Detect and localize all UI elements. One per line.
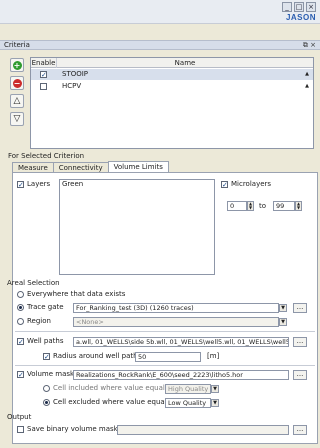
save-mask-label: Save binary volume mask	[27, 425, 118, 433]
section-title: For Selected Criterion	[8, 152, 85, 160]
maximize-button[interactable]: □	[294, 2, 304, 12]
criterion-name: HCPV	[62, 82, 82, 90]
cell-excluded-select[interactable]: Low Quality	[165, 398, 211, 408]
float-icon[interactable]: ⧉	[303, 41, 308, 49]
micro-to-input[interactable]: 99	[273, 201, 295, 211]
cell-included-label: Cell included where value equals	[53, 384, 169, 392]
close-panel-icon[interactable]: ×	[310, 41, 316, 49]
add-icon: +	[12, 60, 22, 70]
move-up-icon: △	[13, 96, 21, 106]
trace-gate-label: Trace gate	[27, 303, 64, 311]
criteria-panel-title: Criteria	[4, 41, 30, 49]
table-header: Enable Name	[31, 58, 313, 68]
panel-header-icons: ⧉ ×	[303, 41, 316, 50]
well-paths-label: Well paths	[27, 337, 64, 345]
radius-unit: [m]	[207, 352, 220, 360]
tab-measure[interactable]: Measure	[12, 162, 54, 172]
cell-excluded-label: Cell excluded where value equals	[53, 398, 171, 406]
list-item[interactable]: Green	[60, 180, 214, 189]
brand-logo: JASON	[285, 13, 316, 22]
window-controls: _ □ ×	[282, 2, 316, 12]
trace-gate-radio[interactable]	[17, 304, 24, 311]
move-up-button[interactable]: △	[10, 94, 24, 108]
minimize-button[interactable]: _	[282, 2, 292, 12]
volume-limits-panel: ✓ Layers Green ✓ Microlayers 0 ▲ ▼ to 99 …	[7, 172, 318, 444]
micro-from-spinner[interactable]: ▲ ▼	[247, 201, 254, 211]
remove-criterion-button[interactable]: −	[10, 76, 24, 90]
cell-included-radio[interactable]	[43, 385, 50, 392]
everywhere-label: Everywhere that data exists	[27, 290, 126, 298]
move-down-icon: ▽	[13, 114, 21, 124]
save-mask-path-input[interactable]	[117, 425, 289, 435]
cell-included-dropdown-icon[interactable]: ▼	[211, 385, 219, 393]
close-button[interactable]: ×	[306, 2, 316, 12]
table-row[interactable]: HCPV ▲	[31, 81, 313, 92]
micro-to-label: to	[259, 202, 267, 210]
cell-included-select[interactable]: High Quality	[165, 384, 211, 394]
well-paths-checkbox[interactable]: ✓	[17, 338, 24, 346]
volume-mask-browse-button[interactable]: ...	[293, 370, 307, 380]
cell-excluded-dropdown-icon[interactable]: ▼	[211, 399, 219, 407]
column-header-enable[interactable]: Enable	[31, 58, 57, 68]
everywhere-radio[interactable]	[17, 291, 24, 298]
radius-label: Radius around well paths	[53, 352, 142, 360]
region-radio[interactable]	[17, 318, 24, 325]
volume-mask-label: Volume mask	[27, 370, 75, 378]
add-criterion-button[interactable]: +	[10, 58, 24, 72]
micro-to-spinner[interactable]: ▲ ▼	[295, 201, 302, 211]
volume-mask-checkbox[interactable]: ✓	[17, 371, 24, 379]
enable-checkbox[interactable]	[40, 83, 47, 90]
trace-gate-dropdown-icon[interactable]: ▼	[279, 304, 287, 312]
table-row[interactable]: ✓ STOOIP ▲	[31, 69, 313, 80]
radius-checkbox[interactable]: ✓	[43, 353, 50, 361]
criteria-table: Enable Name ✓ STOOIP ▲ HCPV ▲	[30, 57, 314, 149]
well-paths-input[interactable]: a.wll, 01_WELLS\side 5b.wll, 01_WELLS\we…	[73, 337, 289, 347]
radius-input[interactable]: 50	[135, 352, 201, 362]
criterion-name: STOOIP	[62, 70, 89, 78]
trace-gate-select[interactable]: For_Ranking_test (3D) (1260 traces)	[73, 303, 279, 313]
row-up-arrow-icon: ▲	[305, 71, 309, 77]
well-paths-browse-button[interactable]: ...	[293, 337, 307, 347]
region-select[interactable]: <None>	[73, 317, 279, 327]
cell-excluded-radio[interactable]	[43, 399, 50, 406]
row-up-arrow-icon: ▲	[305, 83, 309, 89]
save-mask-checkbox[interactable]	[17, 426, 24, 433]
column-header-name[interactable]: Name	[57, 58, 313, 68]
divider	[15, 365, 315, 366]
layers-checkbox[interactable]: ✓	[17, 181, 24, 189]
region-dropdown-icon[interactable]: ▼	[279, 318, 287, 326]
region-label: Region	[27, 317, 51, 325]
remove-icon: −	[12, 78, 22, 88]
microlayers-label: Microlayers	[231, 180, 272, 188]
tab-volume-limits[interactable]: Volume Limits	[107, 161, 169, 172]
trace-gate-browse-button[interactable]: ...	[293, 303, 307, 313]
output-title: Output	[7, 413, 32, 421]
divider	[15, 331, 315, 332]
volume-mask-input[interactable]: Realizations_RockRank\E_600\seed_2223\li…	[73, 370, 289, 380]
move-down-button[interactable]: ▽	[10, 112, 24, 126]
micro-from-input[interactable]: 0	[227, 201, 247, 211]
title-bar	[0, 0, 320, 24]
enable-checkbox[interactable]: ✓	[40, 71, 47, 79]
microlayers-checkbox[interactable]: ✓	[221, 181, 228, 189]
layers-label: Layers	[27, 180, 51, 188]
save-mask-browse-button[interactable]: ...	[293, 425, 307, 435]
areal-selection-title: Areal Selection	[7, 279, 60, 287]
layers-list[interactable]: Green	[59, 179, 215, 275]
tab-connectivity[interactable]: Connectivity	[52, 162, 109, 172]
criteria-panel-header	[0, 40, 320, 50]
